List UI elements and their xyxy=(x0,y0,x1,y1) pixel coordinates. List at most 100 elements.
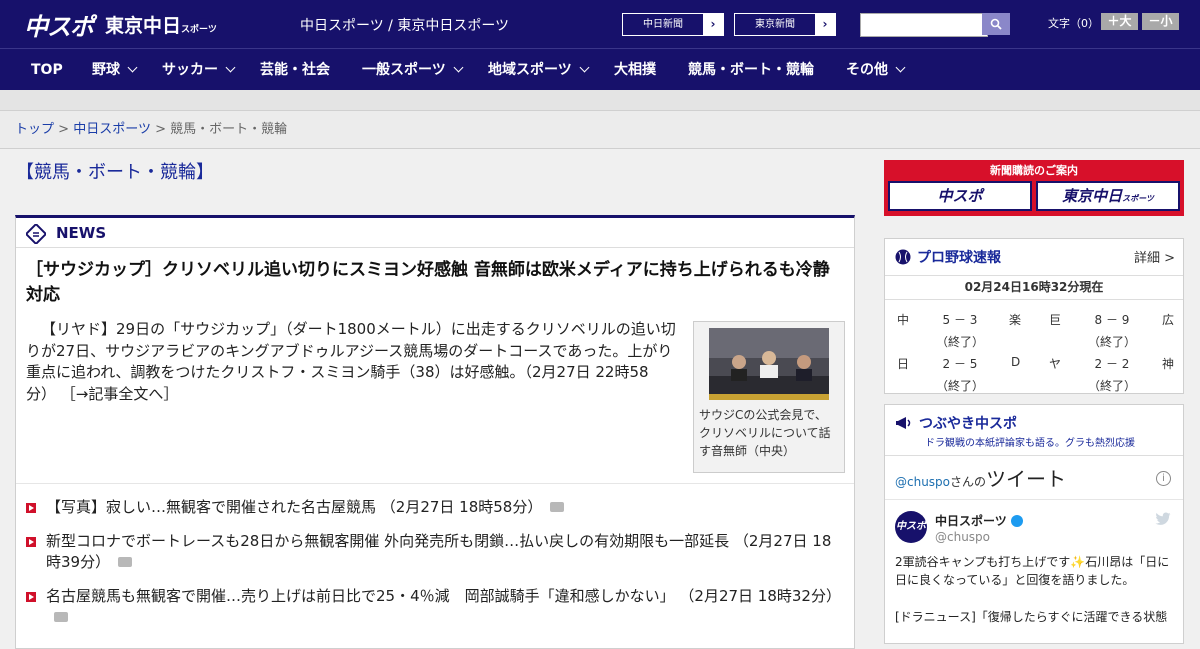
baseball-title: プロ野球速報 xyxy=(917,250,1001,266)
twitter-bird-icon[interactable] xyxy=(1155,512,1171,526)
megaphone-icon xyxy=(896,417,911,429)
nav-top[interactable]: TOP xyxy=(31,49,63,91)
newspaper-icon xyxy=(26,224,46,244)
top-header: 中スポ 東京中日スポーツ 中日スポーツ / 東京中日スポーツ 中日新聞 › 東京… xyxy=(0,0,1200,48)
chevron-right-icon: › xyxy=(703,14,723,35)
nav-entertainment[interactable]: 芸能・社会 xyxy=(260,49,330,91)
chevron-down-icon xyxy=(225,62,236,73)
list-item[interactable]: 名古屋競馬も無観客で開催…売り上げは前日比で25・4％減 岡部誠騎手「違和感しか… xyxy=(26,586,841,629)
article-photo[interactable]: サウジCの公式会見で、クリソベリルについて話す音無師（中央） xyxy=(693,321,845,473)
timeline-user-link[interactable]: @chuspo xyxy=(895,475,950,489)
promo-title: 新聞購読のご案内 xyxy=(990,164,1078,177)
account-name[interactable]: 中日スポーツ xyxy=(935,512,1023,529)
game-score: 2 － 2 xyxy=(1094,357,1130,371)
logo-chuspo: 中スポ xyxy=(24,12,94,41)
breadcrumb-separator: > xyxy=(155,122,166,137)
site-logo[interactable]: 中スポ 東京中日スポーツ xyxy=(24,8,217,41)
promo-chuspo-button[interactable]: 中スポ xyxy=(888,181,1032,211)
nav-baseball[interactable]: 野球 xyxy=(92,49,138,91)
breadcrumb-top[interactable]: トップ xyxy=(15,122,54,137)
nav-sumo[interactable]: 大相撲 xyxy=(614,49,656,91)
nav-local-sports[interactable]: 地域スポーツ xyxy=(488,49,590,91)
divider xyxy=(16,483,854,484)
nav-general-sports-label: 一般スポーツ xyxy=(362,62,446,78)
breadcrumb-separator: > xyxy=(58,122,70,137)
timeline-label: ツイート xyxy=(986,467,1067,491)
site-names: 中日スポーツ / 東京中日スポーツ xyxy=(300,18,510,34)
font-bigger-button[interactable]: ＋大 xyxy=(1101,13,1138,30)
twitter-title: つぶやき中スポ xyxy=(919,416,1017,432)
logo-tokyo-text: 東京中日 xyxy=(105,14,182,37)
away-team: 神 xyxy=(1162,357,1175,371)
baseball-icon xyxy=(895,249,911,265)
nav-keiba[interactable]: 競馬・ボート・競輪 xyxy=(688,49,814,91)
sub-bar xyxy=(0,90,1200,111)
game-status: （終了） xyxy=(935,335,984,349)
game-score: 5 － 3 xyxy=(942,313,978,327)
game-score: 8 － 9 xyxy=(1094,313,1130,327)
nav-keiba-label: 競馬・ボート・競輪 xyxy=(688,62,814,78)
list-item[interactable]: 新型コロナでボートレースも28日から無観客開催 外向発売所も閉鎖…払い戻しの有効… xyxy=(26,531,841,574)
breadcrumb: トップ > 中日スポーツ > 競馬・ボート・競輪 xyxy=(0,111,1200,149)
news-label: NEWS xyxy=(56,224,107,242)
breadcrumb-chunichi-sports[interactable]: 中日スポーツ xyxy=(73,122,151,137)
game-score: 2 － 5 xyxy=(942,357,978,371)
tokyo-shimbun-link[interactable]: 東京新聞 › xyxy=(734,13,836,36)
away-team: 広 xyxy=(1162,313,1175,327)
chunichi-shimbun-link[interactable]: 中日新聞 › xyxy=(622,13,724,36)
verified-icon xyxy=(1010,515,1023,527)
chunichi-shimbun-label: 中日新聞 xyxy=(643,19,683,30)
list-item[interactable]: 【写真】寂しい…無観客で開催された名古屋競馬 （2月27日 18時58分） xyxy=(26,497,841,519)
nav-local-sports-label: 地域スポーツ xyxy=(488,62,572,78)
home-team: 中 xyxy=(897,313,910,327)
chevron-right-icon: › xyxy=(815,14,835,35)
nav-soccer-label: サッカー xyxy=(162,62,218,78)
away-team: D xyxy=(1011,355,1021,369)
tokyo-shimbun-label: 東京新聞 xyxy=(755,19,795,30)
account-name-text: 中日スポーツ xyxy=(935,514,1007,528)
press-conference-image xyxy=(709,328,829,400)
breadcrumb-current: 競馬・ボート・競輪 xyxy=(170,122,288,137)
news-header: NEWS xyxy=(16,218,854,248)
bullet-icon xyxy=(26,503,36,513)
home-team: ヤ xyxy=(1049,357,1062,371)
tweet-text-2: [ドラニュース]「復帰したらすぐに活躍できる状態 xyxy=(895,610,1168,624)
home-team: 巨 xyxy=(1049,313,1062,327)
nav-sumo-label: 大相撲 xyxy=(614,62,656,78)
chevron-down-icon xyxy=(579,62,590,73)
chevron-down-icon xyxy=(895,62,906,73)
avatar[interactable]: 中スポ xyxy=(895,511,927,543)
list-item-text: 【写真】寂しい…無観客で開催された名古屋競馬 （2月27日 18時58分） xyxy=(46,498,543,516)
related-news-list: 【写真】寂しい…無観客で開催された名古屋競馬 （2月27日 18時58分） 新型… xyxy=(26,497,841,641)
promo-tokyo-chunichi-button[interactable]: 東京中日スポーツ xyxy=(1036,181,1180,211)
main-nav: TOP 野球 サッカー 芸能・社会 一般スポーツ 地域スポーツ 大相撲 競馬・ボ… xyxy=(0,48,1200,91)
search-button[interactable] xyxy=(982,13,1010,35)
search-input[interactable] xyxy=(860,13,988,37)
read-more-link[interactable]: ［→記事全文へ］ xyxy=(61,385,179,403)
font-smaller-button[interactable]: －小 xyxy=(1142,13,1179,30)
font-size-label: 文字（0） xyxy=(1048,17,1099,30)
nav-other-label: その他 xyxy=(846,62,888,78)
info-icon[interactable]: i xyxy=(1156,471,1171,486)
home-team: 日 xyxy=(897,357,910,371)
account-handle[interactable]: @chuspo xyxy=(935,530,990,544)
bullet-icon xyxy=(26,591,36,602)
logo-tokyo-small: スポーツ xyxy=(181,24,217,35)
chevron-down-icon xyxy=(127,62,138,73)
nav-general-sports[interactable]: 一般スポーツ xyxy=(362,49,464,91)
nav-entertainment-label: 芸能・社会 xyxy=(260,62,330,78)
twitter-card: つぶやき中スポ ドラ観戦の本紙評論家も語る。グラも熱烈応援 @chuspoさんの… xyxy=(884,404,1184,644)
baseball-scores-card: プロ野球速報 詳細 > 02月24日16時32分現在 中 5 － 3 楽 （終了… xyxy=(884,238,1184,394)
nav-other[interactable]: その他 xyxy=(846,49,906,91)
nav-soccer[interactable]: サッカー xyxy=(162,49,236,91)
logo-tokyo-chunichi: 東京中日スポーツ xyxy=(105,11,217,38)
chevron-down-icon xyxy=(453,62,464,73)
camera-icon xyxy=(550,502,565,512)
list-item-text: 新型コロナでボートレースも28日から無観客開催 外向発売所も閉鎖…払い戻しの有効… xyxy=(46,531,832,572)
baseball-detail-link[interactable]: 詳細 > xyxy=(1134,247,1175,266)
headline-link[interactable]: ［サウジカップ］クリソベリル追い切りにスミヨン好感触 音無師は欧米メディアに持ち… xyxy=(26,258,836,308)
page-title: 【競馬・ボート・競輪】 xyxy=(16,162,214,183)
photo-caption: サウジCの公式会見で、クリソベリルについて話す音無師（中央） xyxy=(699,408,831,458)
away-team: 楽 xyxy=(1009,313,1022,327)
search-icon xyxy=(990,18,1002,30)
